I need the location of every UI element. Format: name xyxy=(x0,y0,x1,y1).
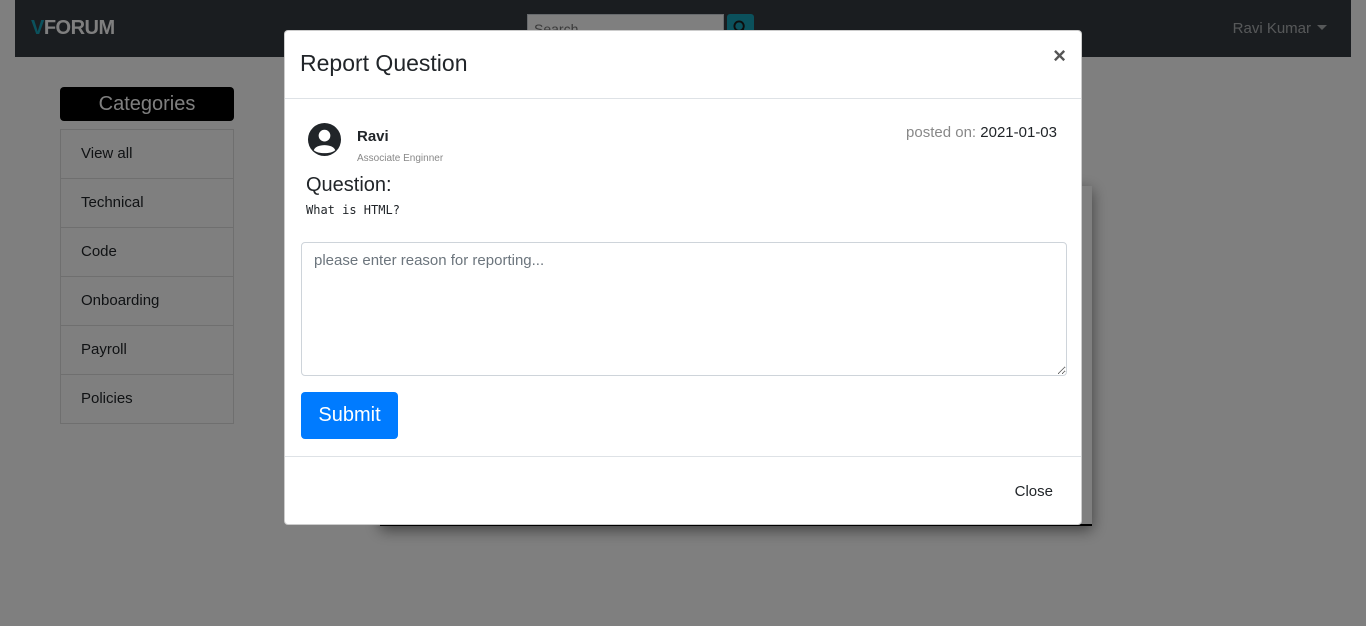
report-question-modal: Report Question × Ravi Associate Enginne… xyxy=(284,30,1082,525)
question-label: Question: xyxy=(306,174,392,196)
close-icon[interactable]: × xyxy=(1053,45,1066,67)
posted-date: 2021-01-03 xyxy=(980,124,1057,141)
close-button[interactable]: Close xyxy=(1015,483,1053,500)
report-reason-textarea[interactable] xyxy=(301,242,1067,376)
posted-on: posted on: 2021-01-03 xyxy=(906,124,1057,141)
author-name: Ravi xyxy=(357,128,389,145)
question-text: What is HTML? xyxy=(306,203,400,217)
modal-footer: Close xyxy=(285,456,1081,525)
author-role: Associate Enginner xyxy=(357,153,444,164)
posted-label: posted on: xyxy=(906,124,977,141)
modal-title: Report Question xyxy=(300,50,468,76)
modal-header: Report Question × xyxy=(285,31,1081,99)
user-circle-icon xyxy=(307,122,342,157)
submit-button[interactable]: Submit xyxy=(301,392,398,439)
